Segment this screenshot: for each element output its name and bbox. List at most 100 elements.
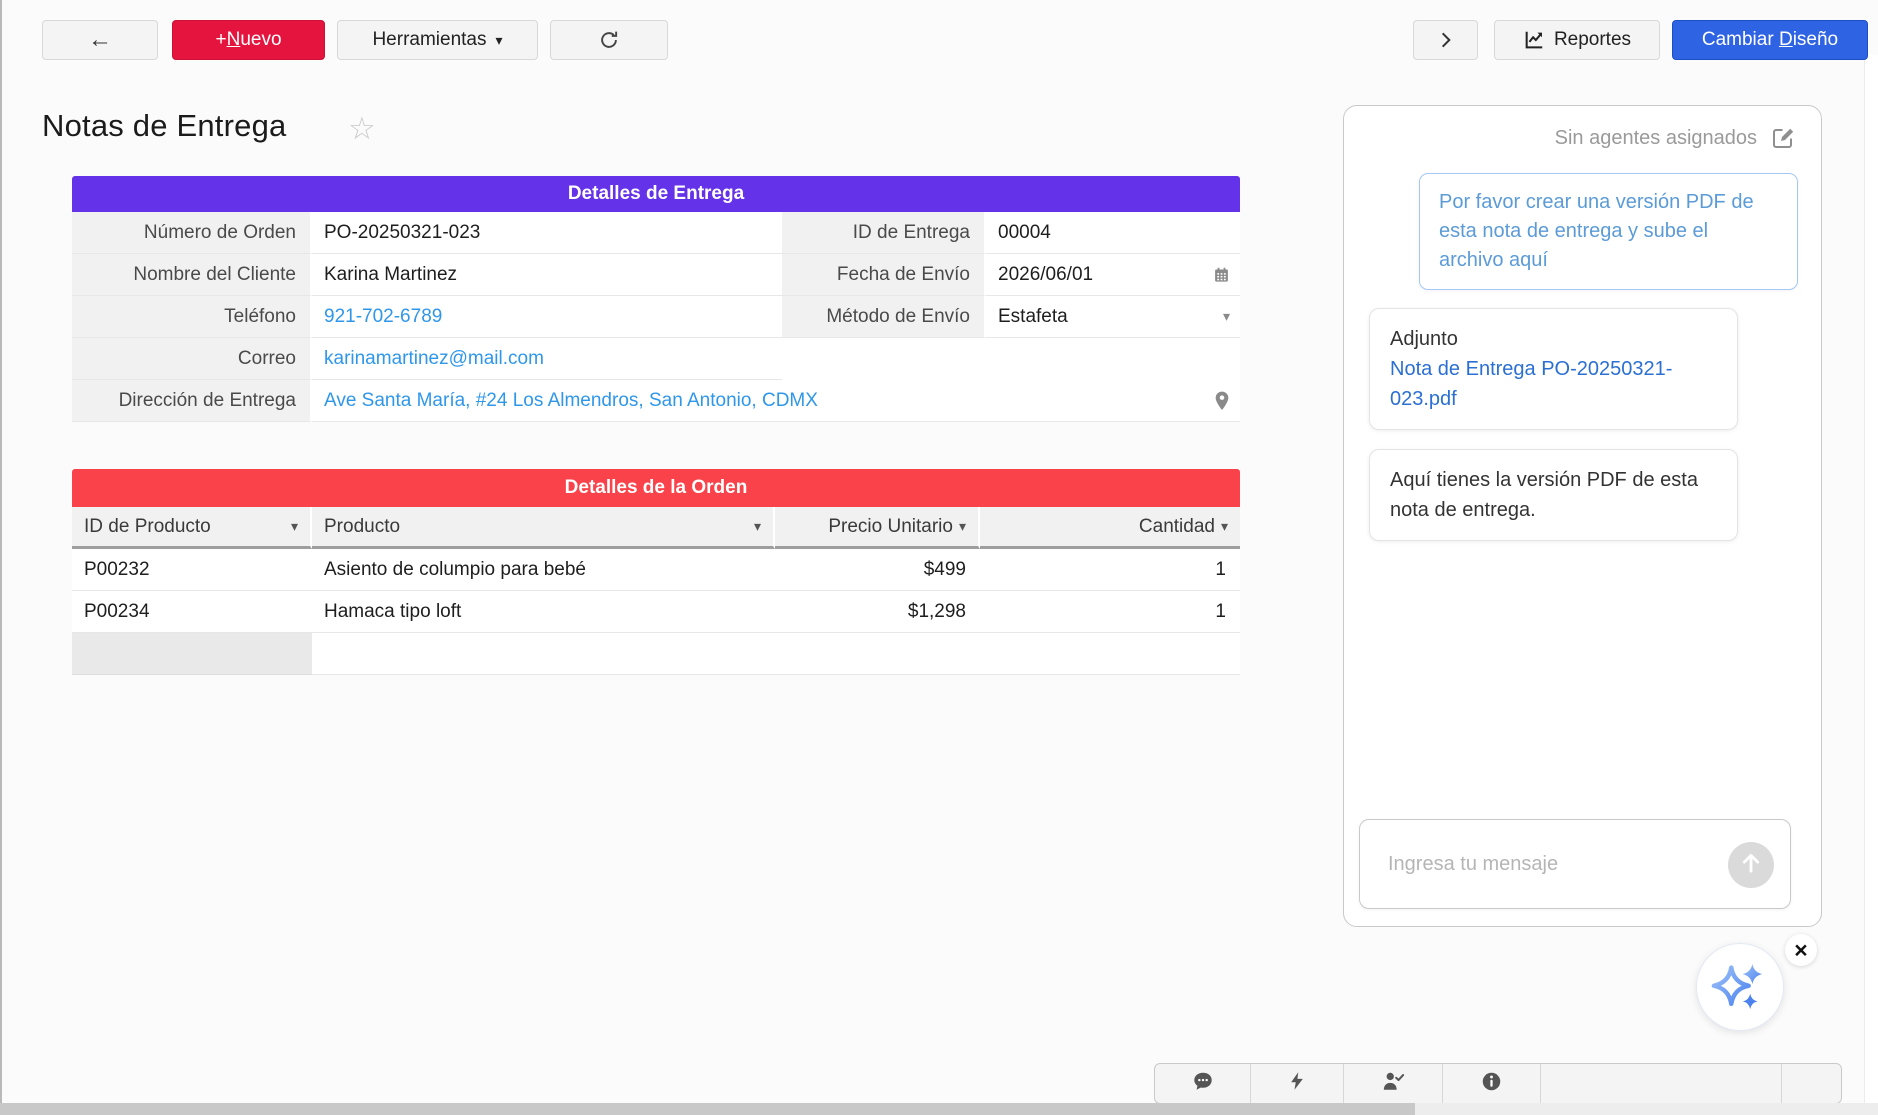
column-label: ID de Producto: [84, 516, 211, 538]
attachment-card: Adjunto Nota de Entrega PO-20250321-023.…: [1369, 308, 1738, 430]
assistant-chat-panel: Sin agentes asignados Por favor crear un…: [1343, 105, 1822, 927]
send-button[interactable]: [1728, 842, 1774, 888]
delivery-id-field: 00004: [986, 212, 1240, 254]
page-title: Notas de Entrega: [42, 108, 286, 144]
product-cell: Asiento de columpio para bebé: [312, 549, 775, 591]
design-label-pre: Cambiar: [1702, 29, 1779, 51]
address-label: Dirección de Entrega: [72, 380, 312, 422]
column-header-product[interactable]: Producto ▾: [312, 507, 775, 549]
bottom-action-bar: [1154, 1063, 1842, 1104]
email-link[interactable]: karinamartinez@mail.com: [324, 348, 544, 370]
address-link[interactable]: Ave Santa María, #24 Los Almendros, San …: [324, 390, 818, 412]
next-record-button[interactable]: [1413, 20, 1478, 60]
horizontal-scrollbar-thumb[interactable]: [0, 1103, 1415, 1115]
assigned-user-tab[interactable]: [1344, 1064, 1443, 1103]
bottom-bar-spacer[interactable]: [1541, 1064, 1782, 1103]
phone-link[interactable]: 921-702-6789: [324, 306, 442, 328]
change-design-button[interactable]: Cambiar Diseño: [1672, 20, 1868, 60]
empty-cell: [782, 338, 986, 380]
column-label: Cantidad: [1139, 516, 1215, 538]
chevron-right-icon: [1436, 30, 1456, 50]
column-label: Precio Unitario: [828, 516, 953, 538]
reports-label: Reportes: [1554, 29, 1631, 51]
unit-price-cell: $499: [775, 549, 980, 591]
message-input-container: [1359, 819, 1791, 909]
quantity-cell: 1: [980, 549, 1240, 591]
sort-caret-icon[interactable]: ▾: [959, 518, 966, 535]
new-record-button[interactable]: +Nuevo: [172, 20, 325, 60]
info-tab[interactable]: [1443, 1064, 1541, 1103]
delivery-id-label: ID de Entrega: [782, 212, 986, 254]
phone-field: 921-702-6789: [312, 296, 782, 338]
assistant-reply-card: Aquí tienes la versión PDF de esta nota …: [1369, 449, 1738, 541]
client-name-field[interactable]: Karina Martinez: [312, 254, 782, 296]
dropdown-caret-icon[interactable]: ▾: [1223, 308, 1230, 325]
ship-method-field[interactable]: Estafeta ▾: [986, 296, 1240, 338]
column-label: Producto: [324, 516, 400, 538]
table-row[interactable]: P00232 Asiento de columpio para bebé $49…: [72, 549, 1240, 591]
refresh-icon: [598, 29, 620, 51]
app-window: ← +Nuevo Herramientas ▾ Reportes Cambiar…: [0, 0, 1878, 1115]
product-cell: Hamaca tipo loft: [312, 591, 775, 633]
location-pin-icon[interactable]: [1214, 391, 1230, 411]
ship-date-field[interactable]: 2026/06/01: [986, 254, 1240, 296]
attachment-file-link[interactable]: Nota de Entrega PO-20250321-023.pdf: [1390, 358, 1672, 410]
close-icon: ×: [1794, 939, 1807, 962]
column-header-quantity[interactable]: Cantidad ▾: [980, 507, 1240, 549]
lightning-bolt-icon: [1287, 1070, 1307, 1097]
user-message-bubble: Por favor crear una versión PDF de esta …: [1419, 173, 1798, 290]
delivery-row-3: Teléfono 921-702-6789 Método de Envío Es…: [72, 296, 1240, 338]
delivery-row-4: Correo karinamartinez@mail.com: [72, 338, 1240, 380]
sort-caret-icon[interactable]: ▾: [291, 518, 298, 535]
sort-caret-icon[interactable]: ▾: [754, 518, 761, 535]
delivery-row-5: Dirección de Entrega Ave Santa María, #2…: [72, 380, 1240, 422]
calendar-icon[interactable]: [1213, 266, 1230, 283]
phone-label: Teléfono: [72, 296, 312, 338]
refresh-button[interactable]: [550, 20, 668, 60]
bottom-bar-end[interactable]: [1782, 1064, 1841, 1103]
client-name-label: Nombre del Cliente: [72, 254, 312, 296]
agents-status-row: Sin agentes asignados: [1555, 126, 1795, 150]
favorite-star-icon[interactable]: ☆: [348, 111, 376, 147]
comments-tab[interactable]: [1155, 1064, 1251, 1103]
column-header-unit-price[interactable]: Precio Unitario ▾: [775, 507, 980, 549]
reports-button[interactable]: Reportes: [1494, 20, 1660, 60]
empty-cell: [986, 338, 1240, 380]
chart-icon: [1523, 29, 1545, 51]
chat-bubble-icon: [1192, 1070, 1214, 1097]
table-row[interactable]: P00234 Hamaca tipo loft $1,298 1: [72, 591, 1240, 633]
actions-tab[interactable]: [1251, 1064, 1344, 1103]
attachment-label: Adjunto: [1390, 324, 1717, 354]
close-assistant-button[interactable]: ×: [1785, 934, 1817, 966]
delivery-details-header: Detalles de Entrega: [72, 176, 1240, 212]
new-button-label-initial: N: [227, 29, 241, 51]
product-id-cell: P00234: [72, 591, 312, 633]
empty-gray-cell: [72, 633, 312, 675]
delivery-details-table: Detalles de Entrega Número de Orden PO-2…: [72, 176, 1240, 422]
order-details-header: Detalles de la Orden: [72, 469, 1240, 507]
email-label: Correo: [72, 338, 312, 380]
order-details-table: Detalles de la Orden ID de Producto ▾ Pr…: [72, 469, 1240, 675]
ship-method-label: Método de Envío: [782, 296, 986, 338]
back-arrow-icon: ←: [88, 26, 112, 54]
back-button[interactable]: ←: [42, 20, 158, 60]
email-field: karinamartinez@mail.com: [312, 338, 782, 380]
edit-agents-icon[interactable]: [1771, 126, 1795, 150]
ship-date-value: 2026/06/01: [998, 264, 1093, 286]
sort-caret-icon[interactable]: ▾: [1221, 518, 1228, 535]
delivery-row-1: Número de Orden PO-20250321-023 ID de En…: [72, 212, 1240, 254]
vertical-scrollbar-track[interactable]: [1864, 55, 1878, 1115]
ship-date-label: Fecha de Envío: [782, 254, 986, 296]
order-number-label: Número de Orden: [72, 212, 312, 254]
tools-menu-button[interactable]: Herramientas ▾: [337, 20, 538, 60]
horizontal-scrollbar-track[interactable]: [0, 1103, 1878, 1115]
sparkles-icon: [1708, 953, 1772, 1022]
order-number-field[interactable]: PO-20250321-023: [312, 212, 782, 254]
ai-assistant-button[interactable]: [1696, 943, 1784, 1031]
order-columns-row: ID de Producto ▾ Producto ▾ Precio Unita…: [72, 507, 1240, 549]
column-header-product-id[interactable]: ID de Producto ▾: [72, 507, 312, 549]
address-field: Ave Santa María, #24 Los Almendros, San …: [312, 380, 1240, 422]
message-input[interactable]: [1360, 820, 1790, 908]
info-icon: [1481, 1071, 1502, 1097]
arrow-up-icon: [1738, 850, 1764, 881]
